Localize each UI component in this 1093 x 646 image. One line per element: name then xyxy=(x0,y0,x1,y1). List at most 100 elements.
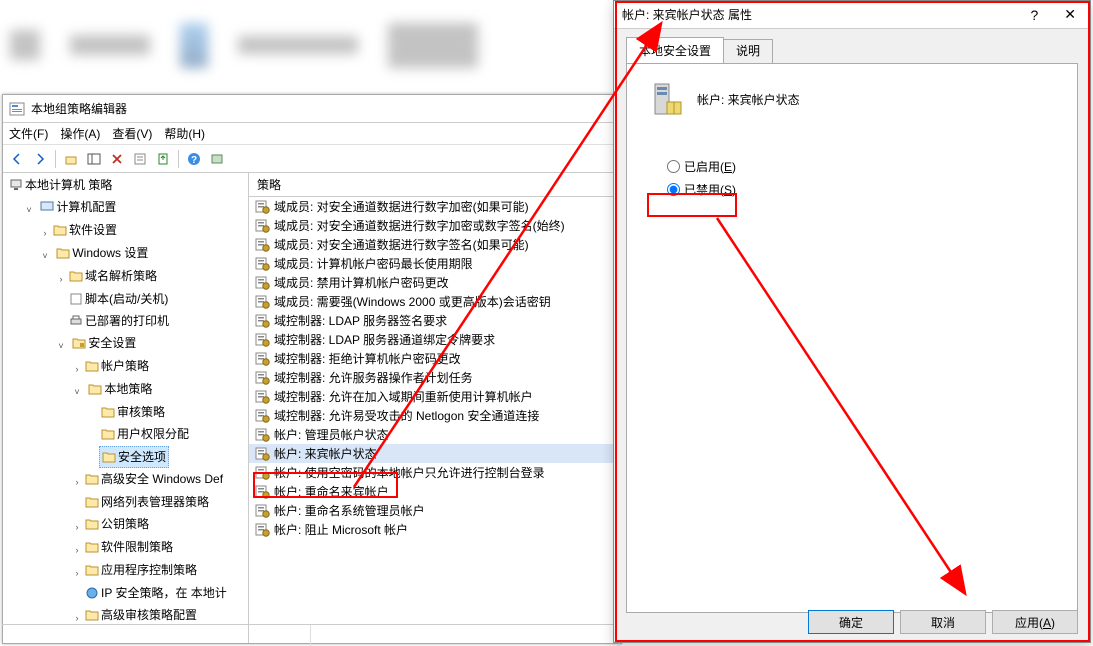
close-button[interactable]: ✕ xyxy=(1058,4,1082,25)
policy-item[interactable]: 域成员: 需要强(Windows 2000 或更高版本)会话密钥 xyxy=(249,292,621,311)
tree-app-control[interactable]: 应用程序控制策略 xyxy=(83,560,199,580)
tree-ip-security[interactable]: IP 安全策略，在 本地计 xyxy=(83,583,229,603)
policy-item[interactable]: 帐户: 使用空密码的本地帐户只允许进行控制台登录 xyxy=(249,463,621,482)
expand-toggle[interactable]: › xyxy=(71,472,83,492)
expand-toggle[interactable]: ˅ xyxy=(39,246,51,266)
dialog-titlebar: 帐户: 来宾帐户状态 属性 ? ✕ xyxy=(614,1,1090,29)
policy-item[interactable]: 域成员: 对安全通道数据进行数字加密(如果可能) xyxy=(249,197,621,216)
properties-button[interactable] xyxy=(130,149,150,169)
lock-folder-icon xyxy=(101,428,115,440)
export-button[interactable] xyxy=(153,149,173,169)
menu-view[interactable]: 查看(V) xyxy=(112,125,152,142)
folder-icon xyxy=(69,270,83,282)
back-button[interactable] xyxy=(7,149,27,169)
tree-account-policies[interactable]: 帐户策略 xyxy=(83,356,151,376)
policy-icon xyxy=(255,256,270,271)
menu-action[interactable]: 操作(A) xyxy=(60,125,100,142)
policy-item-label: 域控制器: 允许在加入域期间重新使用计算机帐户 xyxy=(274,388,533,405)
expand-toggle[interactable]: ˅ xyxy=(71,382,83,402)
policy-item[interactable]: 域控制器: LDAP 服务器通道绑定令牌要求 xyxy=(249,330,621,349)
policy-item[interactable]: 域控制器: 允许在加入域期间重新使用计算机帐户 xyxy=(249,387,621,406)
policy-item[interactable]: 域成员: 对安全通道数据进行数字签名(如果可能) xyxy=(249,235,621,254)
policy-item[interactable]: 帐户: 管理员帐户状态 xyxy=(249,425,621,444)
lock-folder-icon xyxy=(72,337,86,349)
properties-dialog: 帐户: 来宾帐户状态 属性 ? ✕ 本地安全设置 说明 帐户: 来宾帐户状态 已… xyxy=(613,0,1091,643)
radio-enabled-input[interactable] xyxy=(667,160,680,173)
tab-explain[interactable]: 说明 xyxy=(723,39,773,65)
expand-toggle[interactable]: › xyxy=(55,269,67,289)
tree-windows-settings[interactable]: Windows 设置 xyxy=(54,243,150,263)
policy-item-label: 帐户: 重命名来宾帐户 xyxy=(274,483,389,500)
policy-icon xyxy=(255,218,270,233)
tree-network-list[interactable]: 网络列表管理器策略 xyxy=(83,492,211,512)
policy-item[interactable]: 域控制器: LDAP 服务器签名要求 xyxy=(249,311,621,330)
radio-disabled[interactable]: 已禁用(S) xyxy=(667,181,1057,198)
apply-button[interactable]: 应用(A) xyxy=(992,610,1078,634)
show-pane-button[interactable] xyxy=(84,149,104,169)
folder-icon xyxy=(85,518,99,530)
help-button[interactable]: ? xyxy=(184,149,204,169)
policy-item[interactable]: 域控制器: 允许易受攻击的 Netlogon 安全通道连接 xyxy=(249,406,621,425)
policy-item[interactable]: 域控制器: 拒绝计算机帐户密码更改 xyxy=(249,349,621,368)
policy-item-label: 域控制器: 拒绝计算机帐户密码更改 xyxy=(274,350,461,367)
policy-item-label: 域控制器: 允许易受攻击的 Netlogon 安全通道连接 xyxy=(274,407,539,424)
policy-item[interactable]: 域成员: 禁用计算机帐户密码更改 xyxy=(249,273,621,292)
dialog-buttons: 确定 取消 应用(A) xyxy=(808,610,1078,634)
tree-local-policies[interactable]: 本地策略 xyxy=(86,379,154,399)
tree-security-settings[interactable]: 安全设置 xyxy=(70,333,138,353)
tree-advanced-audit[interactable]: 高级审核策略配置 xyxy=(83,605,199,625)
policy-icon xyxy=(255,446,270,461)
tree-user-rights[interactable]: 用户权限分配 xyxy=(99,424,191,444)
policy-item[interactable]: 帐户: 来宾帐户状态 xyxy=(249,444,621,463)
policy-item[interactable]: 帐户: 阻止 Microsoft 帐户 xyxy=(249,520,621,539)
tree-software-settings[interactable]: 软件设置 xyxy=(51,220,119,240)
filter-button[interactable] xyxy=(207,149,227,169)
computer-icon xyxy=(40,201,54,213)
menu-file[interactable]: 文件(F) xyxy=(9,125,48,142)
policy-item-label: 帐户: 使用空密码的本地帐户只允许进行控制台登录 xyxy=(274,464,545,481)
titlebar: 本地组策略编辑器 xyxy=(3,95,621,123)
tree-public-key[interactable]: 公钥策略 xyxy=(83,514,151,534)
policy-icon xyxy=(255,427,270,442)
tree-root[interactable]: 本地计算机 策略 xyxy=(7,175,114,195)
tab-local-security[interactable]: 本地安全设置 xyxy=(626,37,724,63)
tree-computer-config[interactable]: 计算机配置 xyxy=(38,197,118,217)
policy-item-label: 帐户: 管理员帐户状态 xyxy=(274,426,389,443)
tree-software-restriction[interactable]: 软件限制策略 xyxy=(83,537,175,557)
radio-disabled-input[interactable] xyxy=(667,183,680,196)
expand-toggle[interactable]: ˅ xyxy=(23,200,35,220)
policy-icon xyxy=(255,332,270,347)
menu-help[interactable]: 帮助(H) xyxy=(164,125,205,142)
cancel-button[interactable]: 取消 xyxy=(900,610,986,634)
tree-scripts[interactable]: 脚本(启动/关机) xyxy=(67,289,170,309)
gpedit-window: 本地组策略编辑器 文件(F) 操作(A) 查看(V) 帮助(H) xyxy=(2,94,622,644)
tree-security-options[interactable]: 安全选项 xyxy=(99,446,169,468)
expand-toggle[interactable]: › xyxy=(71,359,83,379)
tree-audit-policy[interactable]: 审核策略 xyxy=(99,402,167,422)
help-button[interactable]: ? xyxy=(1024,5,1044,25)
server-icon xyxy=(647,80,685,118)
tree-printers[interactable]: 已部署的打印机 xyxy=(67,311,171,331)
policy-item[interactable]: 域成员: 计算机帐户密码最长使用期限 xyxy=(249,254,621,273)
folder-icon xyxy=(85,473,99,485)
policy-item[interactable]: 域成员: 对安全通道数据进行数字加密或数字签名(始终) xyxy=(249,216,621,235)
ok-button[interactable]: 确定 xyxy=(808,610,894,634)
list-pane: 策略 域成员: 对安全通道数据进行数字加密(如果可能)域成员: 对安全通道数据进… xyxy=(249,173,621,643)
delete-button[interactable] xyxy=(107,149,127,169)
list-header[interactable]: 策略 xyxy=(249,173,621,197)
tree-name-resolution[interactable]: 域名解析策略 xyxy=(67,266,159,286)
radio-group: 已启用(E) 已禁用(S) xyxy=(667,158,1057,198)
expand-toggle[interactable]: › xyxy=(71,563,83,583)
radio-enabled[interactable]: 已启用(E) xyxy=(667,158,1057,175)
expand-toggle[interactable]: › xyxy=(39,223,51,243)
dialog-content: 帐户: 来宾帐户状态 已启用(E) 已禁用(S) xyxy=(626,63,1078,613)
expand-toggle[interactable]: ˅ xyxy=(55,336,67,356)
policy-item[interactable]: 域控制器: 允许服务器操作者计划任务 xyxy=(249,368,621,387)
policy-item[interactable]: 帐户: 重命名系统管理员帐户 xyxy=(249,501,621,520)
up-button[interactable] xyxy=(61,149,81,169)
tree-firewall[interactable]: 高级安全 Windows Def xyxy=(83,469,225,489)
policy-item[interactable]: 帐户: 重命名来宾帐户 xyxy=(249,482,621,501)
forward-button[interactable] xyxy=(30,149,50,169)
expand-toggle[interactable]: › xyxy=(71,517,83,537)
expand-toggle[interactable]: › xyxy=(71,540,83,560)
